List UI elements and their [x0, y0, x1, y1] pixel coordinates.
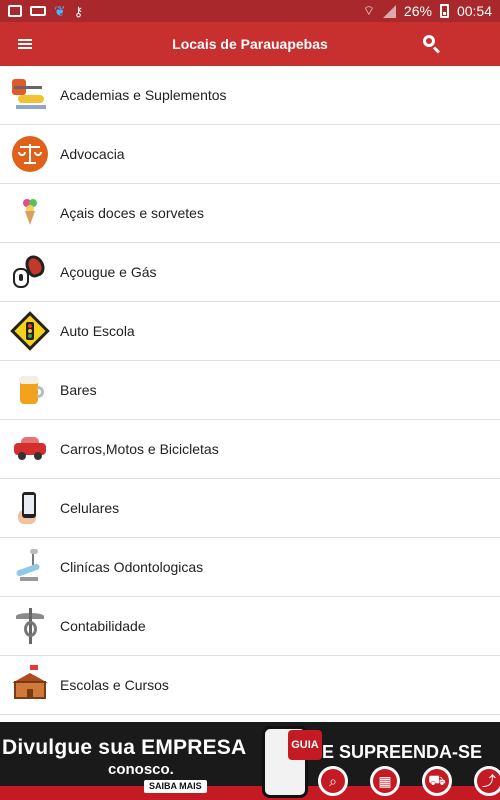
app-bar: Locais de Parauapebas [0, 22, 500, 66]
laptop-notification-icon [30, 6, 46, 16]
search-icon [423, 35, 435, 47]
list-item[interactable]: Escolas e Cursos [0, 656, 500, 715]
dentist-icon [10, 547, 50, 587]
list-item[interactable]: Celulares [0, 479, 500, 538]
clock: 00:54 [456, 3, 492, 19]
list-item-label: Auto Escola [60, 323, 135, 339]
list-item-label: Açougue e Gás [60, 264, 157, 280]
store-icon: ▦ [370, 766, 400, 796]
search-icon: ⌕ [318, 766, 348, 796]
list-item[interactable]: Açais doces e sorvetes [0, 184, 500, 243]
list-item[interactable]: Advocacia [0, 125, 500, 184]
beer-icon [10, 370, 50, 410]
list-item[interactable]: Carros,Motos e Bicicletas [0, 420, 500, 479]
battery-percent: 26% [403, 3, 432, 19]
butterfly-notification-icon: ❦ [54, 3, 66, 19]
list-item-label: Bares [60, 382, 97, 398]
list-item[interactable]: Academias e Suplementos [0, 66, 500, 125]
list-item[interactable]: Contabilidade [0, 597, 500, 656]
list-item[interactable]: Auto Escola [0, 302, 500, 361]
banner-headline: Divulgue sua EMPRESA [2, 736, 247, 759]
traffic-light-icon [10, 311, 50, 351]
gym-icon [10, 75, 50, 115]
school-icon [10, 665, 50, 705]
hamburger-icon [18, 39, 32, 49]
car-icon [10, 429, 50, 469]
key-notification-icon: ⚷ [73, 3, 84, 19]
list-item[interactable]: Bares [0, 361, 500, 420]
signal-icon [382, 4, 396, 18]
caduceus-icon [10, 606, 50, 646]
list-item-label: Celulares [60, 500, 120, 516]
guia-logo: GUIA [288, 730, 322, 760]
meat-gas-icon [10, 252, 50, 292]
banner-icons: ⌕ ▦ ⛟ ⤴ [318, 766, 500, 796]
list-item-label: Clinícas Odontologicas [60, 559, 204, 575]
status-right-icons: ⌔ 26% 00:54 [363, 3, 492, 19]
banner-cta: E SUPREENDA-SE [322, 742, 483, 762]
saiba-mais-button[interactable]: SAIBA MAIS [144, 780, 207, 793]
search-button[interactable] [422, 34, 442, 54]
scales-icon [10, 134, 50, 174]
list-item[interactable]: Clinícas Odontologicas [0, 538, 500, 597]
wifi-icon: ⌔ [362, 3, 375, 18]
category-list: Academias e Suplementos Advocacia Açais … [0, 66, 500, 722]
status-bar: ❦ ⚷ ⌔ 26% 00:54 [0, 0, 500, 22]
list-item[interactable]: Açougue e Gás [0, 243, 500, 302]
battery-icon [439, 4, 449, 18]
promo-banner[interactable]: Divulgue sua EMPRESA conosco. SAIBA MAIS… [0, 722, 500, 800]
image-notification-icon [8, 5, 22, 17]
list-item-label: Contabilidade [60, 618, 146, 634]
share-icon: ⤴ [474, 766, 500, 796]
menu-button[interactable] [0, 22, 50, 66]
list-item-label: Advocacia [60, 146, 125, 162]
banner-subline: conosco. [108, 761, 174, 778]
car-icon: ⛟ [422, 766, 452, 796]
phone-icon [10, 488, 50, 528]
status-left-icons: ❦ ⚷ [8, 4, 83, 18]
list-item-label: Açais doces e sorvetes [60, 205, 204, 221]
list-item-label: Academias e Suplementos [60, 87, 227, 103]
list-item-label: Carros,Motos e Bicicletas [60, 441, 219, 457]
list-item-label: Escolas e Cursos [60, 677, 169, 693]
ice-cream-icon [10, 193, 50, 233]
